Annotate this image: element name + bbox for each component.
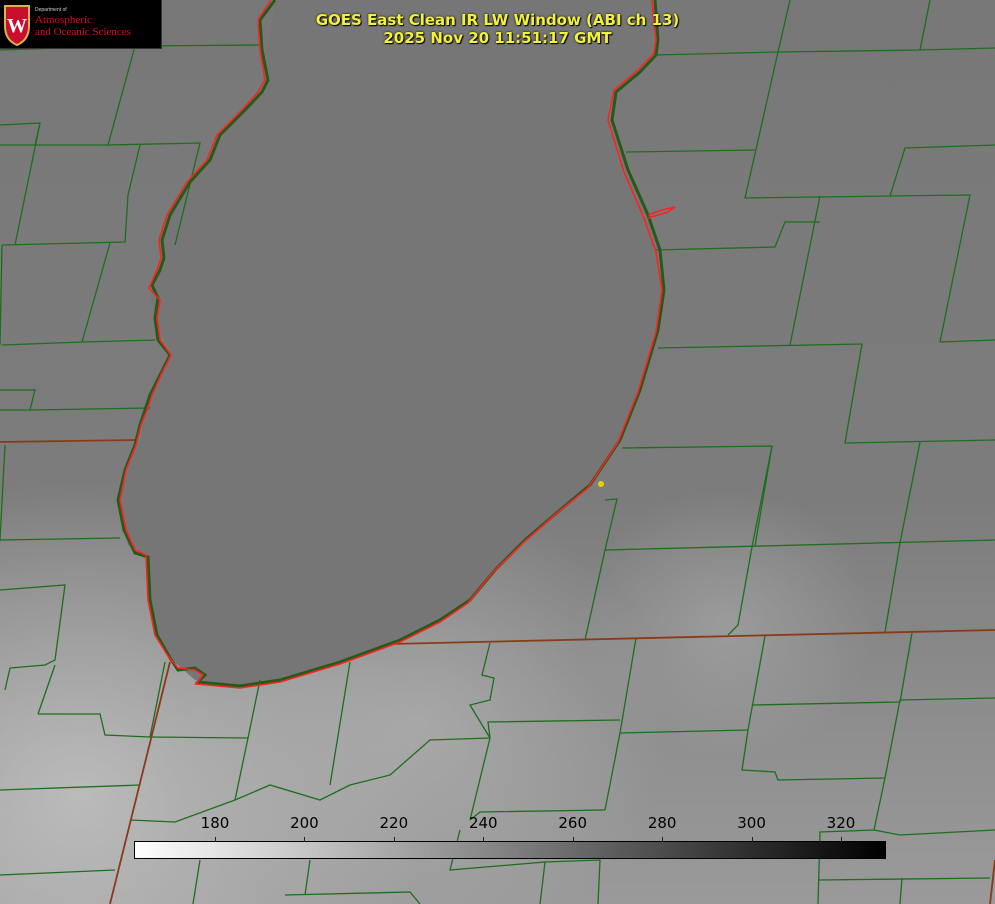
colorbar-tick <box>662 837 664 842</box>
colorbar-tick-label: 220 <box>379 814 409 832</box>
colorbar-tick-label: 320 <box>826 814 856 832</box>
image-title: GOES East Clean IR LW Window (ABI ch 13)… <box>0 11 995 47</box>
colorbar-tick-label: 200 <box>290 814 319 832</box>
station-marker[interactable] <box>598 481 604 487</box>
colorbar-tick <box>304 837 306 842</box>
colorbar-tick-label: 260 <box>558 814 588 832</box>
colorbar-tick <box>483 837 485 842</box>
colorbar-tick <box>215 837 216 842</box>
satellite-viewer: W Department of Atmospheric and Oceanic … <box>0 0 995 904</box>
colorbar-gradient <box>134 841 886 859</box>
colorbar-tick <box>393 837 395 842</box>
satellite-map[interactable] <box>0 0 995 904</box>
colorbar-tick <box>572 837 574 842</box>
colorbar-tick <box>751 837 753 842</box>
colorbar-tick <box>841 837 842 842</box>
colorbar-tick-label: 300 <box>737 814 766 832</box>
colorbar-tick-label: 280 <box>647 814 677 832</box>
title-line1: GOES East Clean IR LW Window (ABI ch 13) <box>315 11 680 29</box>
colorbar: 180 200 220 240 260 280 300 320 <box>134 814 886 859</box>
title-timestamp: 2025 Nov 20 11:51:17 GMT <box>383 29 612 47</box>
colorbar-tick-label: 240 <box>468 814 498 832</box>
colorbar-tick-label: 180 <box>200 814 230 832</box>
